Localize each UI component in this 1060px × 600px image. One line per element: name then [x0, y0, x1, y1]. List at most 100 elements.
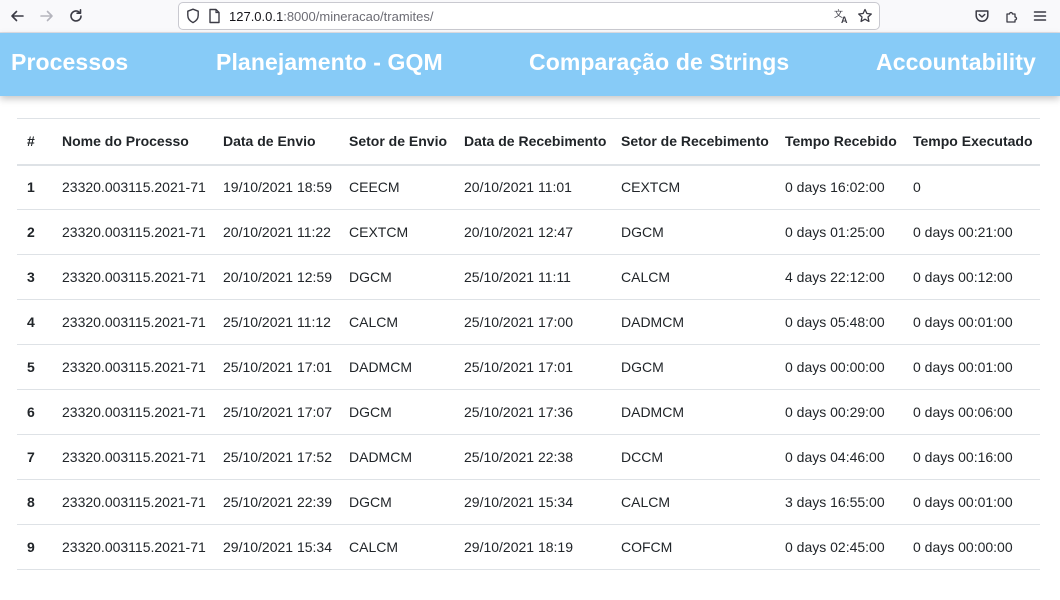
cell-tempo-recebido: 0 days 04:46:00 — [775, 434, 903, 480]
cell-nome-processo: 23320.003115.2021-71 — [52, 299, 213, 345]
cell-setor-envio: DGCM — [339, 389, 454, 435]
cell-setor-envio: CALCM — [339, 524, 454, 570]
col-header-nome-processo: Nome do Processo — [52, 118, 213, 166]
cell-setor-recebimento: DGCM — [611, 209, 775, 255]
back-arrow-icon[interactable] — [5, 4, 29, 28]
cell-tempo-executado: 0 days 00:06:00 — [903, 389, 1040, 435]
cell-data-envio: 25/10/2021 11:12 — [213, 299, 339, 345]
cell-tempo-executado: 0 days 00:12:00 — [903, 254, 1040, 300]
cell-nome-processo: 23320.003115.2021-71 — [52, 389, 213, 435]
reload-icon[interactable] — [64, 4, 88, 28]
pocket-icon[interactable] — [970, 4, 994, 28]
cell-tempo-recebido: 0 days 00:00:00 — [775, 344, 903, 390]
address-bar[interactable]: 127.0.0.1:8000/mineracao/tramites/ 文A — [178, 2, 880, 30]
cell-data-recebimento: 25/10/2021 17:36 — [454, 389, 611, 435]
table-row: 7 23320.003115.2021-71 25/10/2021 17:52 DAD… — [17, 434, 1040, 480]
tramites-table: # Nome do Processo Data de Envio Setor d… — [17, 118, 1040, 570]
cell-tempo-recebido: 0 days 16:02:00 — [775, 164, 903, 210]
nav-comparacao-strings[interactable]: Comparação de Strings — [529, 49, 789, 76]
cell-index: 2 — [17, 209, 52, 255]
cell-setor-recebimento: DADMCM — [611, 389, 775, 435]
bookmark-star-icon[interactable] — [857, 8, 873, 24]
page-icon[interactable] — [206, 8, 222, 24]
cell-nome-processo: 23320.003115.2021-71 — [52, 209, 213, 255]
cell-setor-recebimento: CEXTCM — [611, 164, 775, 210]
cell-nome-processo: 23320.003115.2021-71 — [52, 479, 213, 525]
cell-setor-recebimento: DADMCM — [611, 299, 775, 345]
cell-index: 4 — [17, 299, 52, 345]
cell-setor-envio: DADMCM — [339, 434, 454, 480]
header-row: # Nome do Processo Data de Envio Setor d… — [17, 118, 1040, 166]
cell-data-recebimento: 25/10/2021 11:11 — [454, 254, 611, 300]
cell-data-recebimento: 20/10/2021 12:47 — [454, 209, 611, 255]
cell-setor-envio: DADMCM — [339, 344, 454, 390]
cell-nome-processo: 23320.003115.2021-71 — [52, 524, 213, 570]
menu-icon[interactable] — [1028, 4, 1052, 28]
cell-tempo-recebido: 0 days 02:45:00 — [775, 524, 903, 570]
cell-tempo-executado: 0 days 00:00:00 — [903, 524, 1040, 570]
table-row: 3 23320.003115.2021-71 20/10/2021 12:59 DGC… — [17, 254, 1040, 300]
cell-nome-processo: 23320.003115.2021-71 — [52, 344, 213, 390]
cell-index: 7 — [17, 434, 52, 480]
cell-tempo-executado: 0 — [903, 164, 1040, 210]
cell-data-envio: 20/10/2021 11:22 — [213, 209, 339, 255]
cell-tempo-recebido: 0 days 05:48:00 — [775, 299, 903, 345]
cell-index: 3 — [17, 254, 52, 300]
cell-setor-recebimento: DGCM — [611, 344, 775, 390]
url-text[interactable]: 127.0.0.1:8000/mineracao/tramites/ — [229, 9, 434, 24]
cell-nome-processo: 23320.003115.2021-71 — [52, 254, 213, 300]
col-header-index: # — [17, 118, 52, 166]
forward-arrow-icon[interactable] — [35, 4, 59, 28]
cell-setor-envio: CALCM — [339, 299, 454, 345]
cell-data-recebimento: 25/10/2021 17:00 — [454, 299, 611, 345]
extensions-icon[interactable] — [1000, 4, 1024, 28]
cell-data-envio: 29/10/2021 15:34 — [213, 524, 339, 570]
col-header-setor-recebimento: Setor de Recebimento — [611, 118, 775, 166]
table-row: 4 23320.003115.2021-71 25/10/2021 11:12 CAL… — [17, 299, 1040, 345]
cell-data-recebimento: 25/10/2021 17:01 — [454, 344, 611, 390]
table-row: 5 23320.003115.2021-71 25/10/2021 17:01 DAD… — [17, 344, 1040, 390]
cell-tempo-recebido: 0 days 00:29:00 — [775, 389, 903, 435]
cell-index: 8 — [17, 479, 52, 525]
col-header-tempo-recebido: Tempo Recebido — [775, 118, 903, 166]
cell-data-envio: 25/10/2021 17:52 — [213, 434, 339, 480]
cell-data-envio: 19/10/2021 18:59 — [213, 164, 339, 210]
cell-tempo-executado: 0 days 00:16:00 — [903, 434, 1040, 480]
cell-tempo-recebido: 3 days 16:55:00 — [775, 479, 903, 525]
col-header-data-recebimento: Data de Recebimento — [454, 118, 611, 166]
cell-setor-envio: DGCM — [339, 479, 454, 525]
nav-accountability[interactable]: Accountability — [876, 49, 1036, 76]
cell-data-envio: 25/10/2021 17:01 — [213, 344, 339, 390]
cell-index: 1 — [17, 164, 52, 210]
cell-data-envio: 25/10/2021 17:07 — [213, 389, 339, 435]
table-row: 1 23320.003115.2021-71 19/10/2021 18:59 CEE… — [17, 164, 1040, 210]
cell-nome-processo: 23320.003115.2021-71 — [52, 164, 213, 210]
cell-data-recebimento: 25/10/2021 22:38 — [454, 434, 611, 480]
cell-setor-envio: DGCM — [339, 254, 454, 300]
cell-tempo-recebido: 0 days 01:25:00 — [775, 209, 903, 255]
cell-index: 9 — [17, 524, 52, 570]
browser-toolbar: 127.0.0.1:8000/mineracao/tramites/ 文A — [0, 0, 1060, 33]
svg-text:A: A — [841, 15, 848, 24]
cell-setor-recebimento: CALCM — [611, 479, 775, 525]
cell-data-envio: 25/10/2021 22:39 — [213, 479, 339, 525]
table-row: 9 23320.003115.2021-71 29/10/2021 15:34 CAL… — [17, 524, 1040, 570]
cell-data-recebimento: 29/10/2021 15:34 — [454, 479, 611, 525]
table-row: 8 23320.003115.2021-71 25/10/2021 22:39 DGC… — [17, 479, 1040, 525]
cell-tempo-recebido: 4 days 22:12:00 — [775, 254, 903, 300]
cell-tempo-executado: 0 days 00:01:00 — [903, 344, 1040, 390]
shield-icon[interactable] — [185, 8, 201, 24]
nav-planejamento-gqm[interactable]: Planejamento - GQM — [216, 49, 443, 76]
cell-tempo-executado: 0 days 00:01:00 — [903, 299, 1040, 345]
cell-setor-recebimento: COFCM — [611, 524, 775, 570]
col-header-setor-envio: Setor de Envio — [339, 118, 454, 166]
cell-setor-recebimento: DCCM — [611, 434, 775, 480]
cell-setor-envio: CEXTCM — [339, 209, 454, 255]
nav-processos[interactable]: Processos — [11, 49, 128, 76]
cell-index: 6 — [17, 389, 52, 435]
translate-icon[interactable]: 文A — [834, 8, 850, 24]
table-row: 6 23320.003115.2021-71 25/10/2021 17:07 DGC… — [17, 389, 1040, 435]
table-header: # Nome do Processo Data de Envio Setor d… — [17, 118, 1040, 166]
col-header-tempo-executado: Tempo Executado — [903, 118, 1040, 166]
cell-data-recebimento: 20/10/2021 11:01 — [454, 164, 611, 210]
